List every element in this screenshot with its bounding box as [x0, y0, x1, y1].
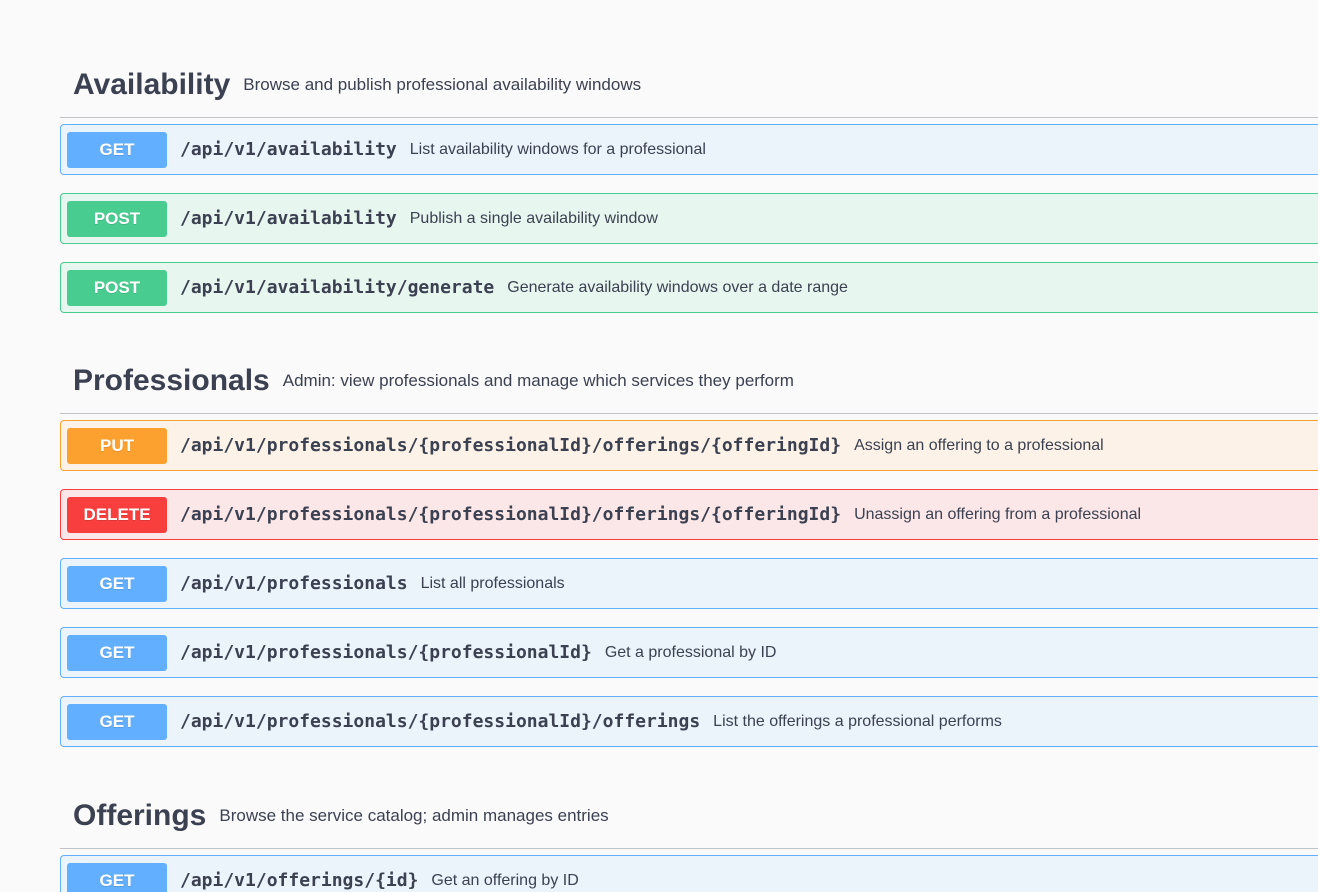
tag-description: Browse and publish professional availabi…	[243, 75, 642, 94]
operation-path: /api/v1/availability	[180, 139, 397, 160]
tag-section-offerings: Offerings Browse the service catalog; ad…	[60, 784, 1318, 892]
tag-section-availability: Availability Browse and publish professi…	[60, 53, 1318, 331]
operation-path: /api/v1/availability/generate	[180, 277, 495, 298]
operation-summary: Unassign an offering from a professional	[854, 505, 1142, 523]
tag-section-professionals: Professionals Admin: view professionals …	[60, 349, 1318, 765]
operation-summary: List all professionals	[420, 574, 565, 592]
tag-header-offerings[interactable]: Offerings Browse the service catalog; ad…	[60, 784, 1318, 849]
operation-row[interactable]: GET /api/v1/professionals List all profe…	[60, 558, 1318, 609]
operation-row[interactable]: GET /api/v1/professionals/{professionalI…	[60, 627, 1318, 678]
method-badge-delete: DELETE	[67, 496, 167, 533]
operation-summary: Get a professional by ID	[604, 643, 777, 661]
tag-title: Offerings	[73, 799, 207, 832]
operation-row[interactable]: POST /api/v1/availability Publish a sing…	[60, 193, 1318, 244]
method-badge-get: GET	[67, 131, 167, 168]
operation-path: /api/v1/professionals	[180, 573, 408, 594]
method-badge-get: GET	[67, 703, 167, 740]
operation-path: /api/v1/professionals/{professionalId}	[180, 642, 592, 663]
operation-summary: Publish a single availability window	[409, 209, 658, 227]
operation-row[interactable]: GET /api/v1/professionals/{professionalI…	[60, 696, 1318, 747]
operation-path: /api/v1/professionals/{professionalId}/o…	[180, 711, 701, 732]
method-badge-get: GET	[67, 862, 167, 892]
operation-path: /api/v1/offerings/{id}	[180, 870, 419, 891]
method-badge-get: GET	[67, 565, 167, 602]
operation-row[interactable]: GET /api/v1/availability List availabili…	[60, 124, 1318, 175]
operation-row[interactable]: PUT /api/v1/professionals/{professionalI…	[60, 420, 1318, 471]
operation-summary: Get an offering by ID	[431, 871, 579, 889]
tag-header-professionals[interactable]: Professionals Admin: view professionals …	[60, 349, 1318, 414]
operation-row[interactable]: DELETE /api/v1/professionals/{profession…	[60, 489, 1318, 540]
method-badge-get: GET	[67, 634, 167, 671]
api-docs-page: Availability Browse and publish professi…	[0, 0, 1318, 892]
operation-row[interactable]: POST /api/v1/availability/generate Gener…	[60, 262, 1318, 313]
tag-description: Admin: view professionals and manage whi…	[282, 371, 794, 390]
tag-description: Browse the service catalog; admin manage…	[219, 806, 609, 825]
tag-title: Professionals	[73, 364, 270, 397]
operation-path: /api/v1/availability	[180, 208, 397, 229]
operation-row[interactable]: GET /api/v1/offerings/{id} Get an offeri…	[60, 855, 1318, 892]
operation-path: /api/v1/professionals/{professionalId}/o…	[180, 435, 842, 456]
tag-header-availability[interactable]: Availability Browse and publish professi…	[60, 53, 1318, 118]
operation-summary: List availability windows for a professi…	[409, 140, 706, 158]
method-badge-post: POST	[67, 269, 167, 306]
tag-title: Availability	[73, 68, 231, 101]
operation-path: /api/v1/professionals/{professionalId}/o…	[180, 504, 842, 525]
method-badge-put: PUT	[67, 427, 167, 464]
operation-summary: Generate availability windows over a dat…	[507, 278, 848, 296]
operation-summary: List the offerings a professional perfor…	[713, 712, 1002, 730]
method-badge-post: POST	[67, 200, 167, 237]
operation-summary: Assign an offering to a professional	[854, 436, 1104, 454]
